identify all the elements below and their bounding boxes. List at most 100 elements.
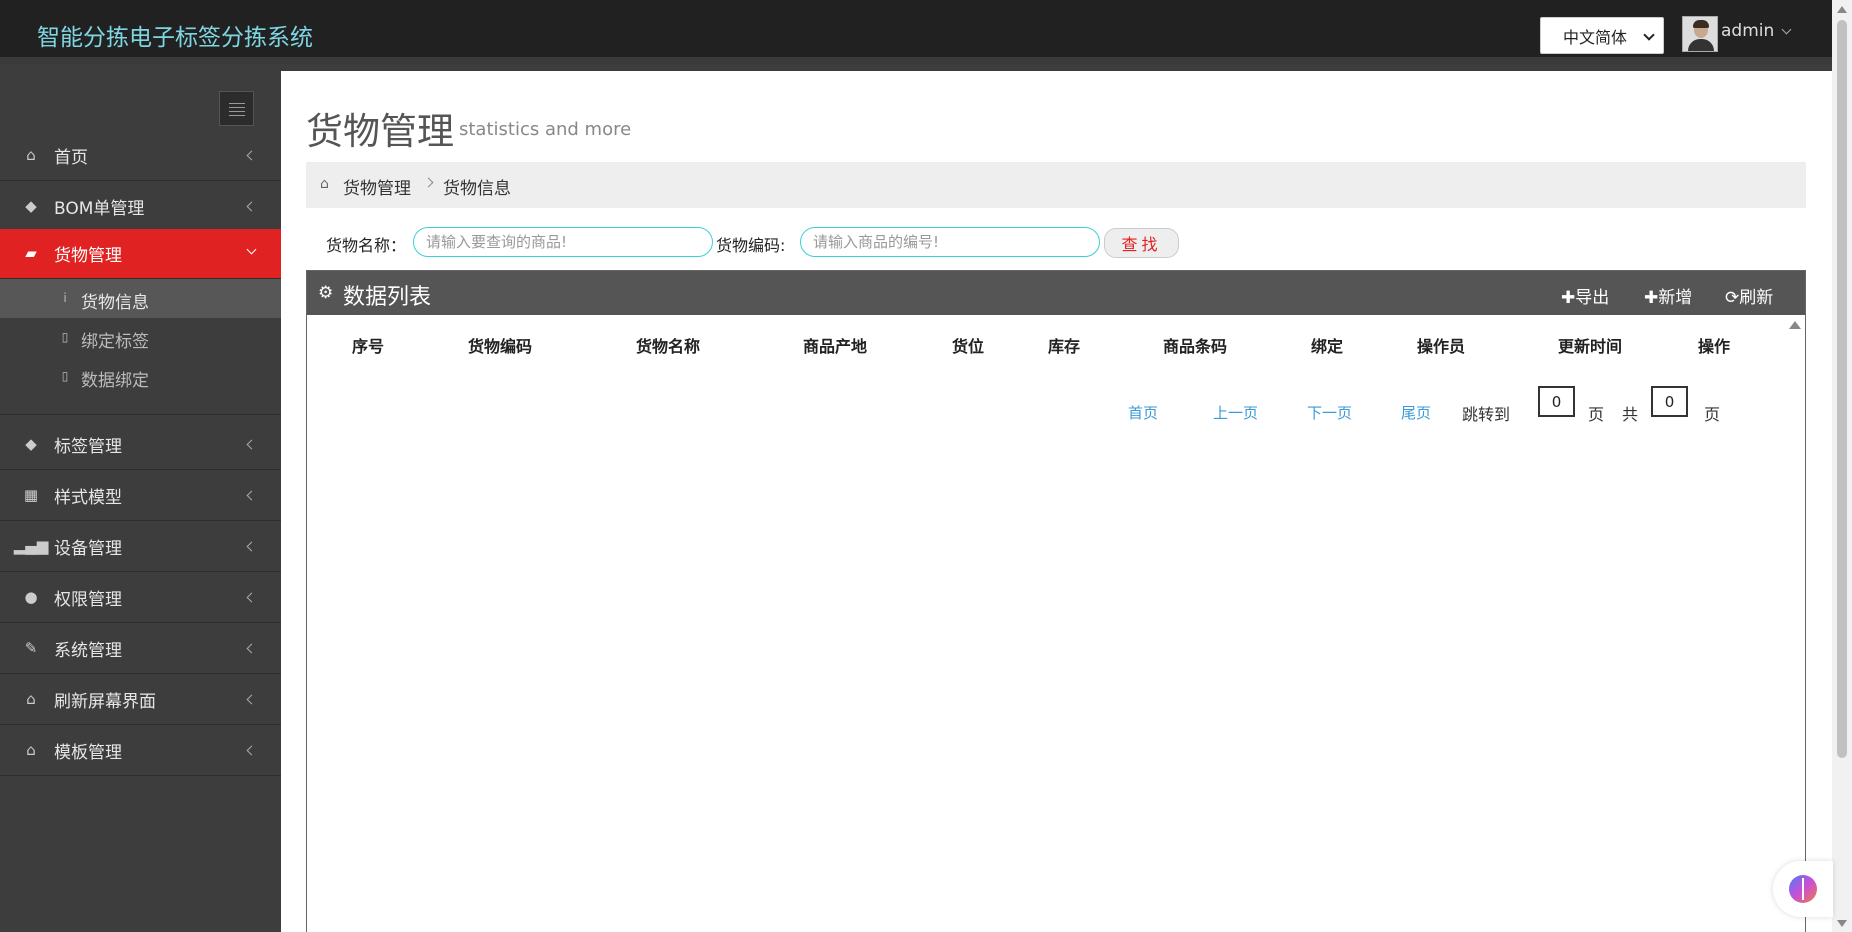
language-select[interactable]: 中文简体 xyxy=(1540,17,1664,54)
refresh-label: 刷新 xyxy=(1739,288,1774,308)
app-brand-title[interactable]: 智能分拣电子标签分拣系统 xyxy=(37,18,313,52)
sidebar-item-system[interactable]: ✎ 系统管理 xyxy=(0,624,281,674)
pager-page-unit: 页 xyxy=(1588,405,1605,424)
chevron-down-icon xyxy=(1643,29,1655,41)
sidebar-item-devices[interactable]: ▂▄▆ 设备管理 xyxy=(0,522,281,572)
sidebar-item-home[interactable]: ⌂ 首页 xyxy=(0,131,281,181)
chevron-left-icon xyxy=(246,694,257,705)
top-header: 智能分拣电子标签分拣系统 中文简体 admin xyxy=(0,0,1832,64)
sidebar-item-label: 设备管理 xyxy=(54,539,122,559)
avatar[interactable] xyxy=(1682,16,1718,52)
column-header[interactable]: 库存 xyxy=(1048,333,1080,357)
breadcrumb-item-goods-info[interactable]: 货物信息 xyxy=(443,174,511,199)
chevron-down-icon xyxy=(246,244,257,255)
folder-icon: ▰ xyxy=(25,244,37,262)
sidebar-item-label: 刷新屏幕界面 xyxy=(54,692,156,712)
sidebar-subitem-label: 货物信息 xyxy=(81,293,149,313)
export-label: 导出 xyxy=(1575,288,1610,308)
pager-first[interactable]: 首页 xyxy=(1128,402,1158,423)
sidebar-item-label: BOM单管理 xyxy=(54,199,145,219)
sidebar-item-bom[interactable]: ◆ BOM单管理 xyxy=(0,182,281,232)
data-list-panel: ⚙ 数据列表 ✚导出 ✚新增 ⟳刷新 序号 货物编码 货物名称 商品产地 货位 … xyxy=(306,270,1806,932)
chevron-left-icon xyxy=(246,439,257,450)
sidebar-item-tags[interactable]: ◆ 标签管理 xyxy=(0,420,281,470)
sidebar-subitem-label: 数据绑定 xyxy=(81,371,149,391)
page-scrollbar[interactable] xyxy=(1832,0,1852,932)
pager-prev[interactable]: 上一页 xyxy=(1213,402,1258,423)
scrollbar-thumb[interactable] xyxy=(1837,20,1847,758)
main-content: 货物管理 statistics and more ⌂ 货物管理 货物信息 货物名… xyxy=(281,71,1832,932)
grid-icon: ▦ xyxy=(23,486,39,504)
goods-name-label: 货物名称： xyxy=(326,236,407,255)
user-name[interactable]: admin xyxy=(1721,21,1774,41)
sidebar-item-label: 样式模型 xyxy=(54,488,122,508)
sidebar-item-label: 系统管理 xyxy=(54,641,122,661)
table-scroll-up-icon[interactable] xyxy=(1789,321,1801,329)
breadcrumb-item-goods[interactable]: 货物管理 xyxy=(343,174,411,199)
edit-icon: ✎ xyxy=(24,639,38,657)
breadcrumb: ⌂ 货物管理 货物信息 xyxy=(306,162,1806,208)
sidebar-item-label: 货物管理 xyxy=(54,246,122,266)
goods-code-input[interactable] xyxy=(800,227,1100,257)
column-header[interactable]: 序号 xyxy=(352,333,384,357)
sidebar-item-refresh-screen[interactable]: ⌂ 刷新屏幕界面 xyxy=(0,675,281,725)
home-icon: ⌂ xyxy=(26,146,36,164)
chevron-right-icon xyxy=(423,177,434,188)
refresh-button[interactable]: ⟳刷新 xyxy=(1725,283,1773,308)
pager-jump-input[interactable]: 0 xyxy=(1538,386,1575,417)
add-button[interactable]: ✚新增 xyxy=(1644,283,1692,308)
column-header[interactable]: 操作 xyxy=(1698,333,1730,357)
sidebar-submenu: i 货物信息 ▯ 绑定标签 ▯ 数据绑定 xyxy=(0,279,281,415)
column-header[interactable]: 商品产地 xyxy=(803,333,867,357)
column-header[interactable]: 货物编码 xyxy=(468,333,532,357)
column-header[interactable]: 操作员 xyxy=(1417,333,1465,357)
chevron-left-icon xyxy=(246,541,257,552)
home-icon: ⌂ xyxy=(320,176,329,192)
chevron-left-icon xyxy=(246,643,257,654)
pager-jump-label: 跳转到 xyxy=(1462,405,1511,424)
chevron-left-icon xyxy=(246,201,257,212)
add-label: 新增 xyxy=(1658,288,1693,308)
tags-icon: ◆ xyxy=(25,435,37,453)
panel-title: 数据列表 xyxy=(343,285,432,310)
scroll-up-icon[interactable] xyxy=(1837,6,1847,13)
mobile-icon: ▯ xyxy=(61,369,69,383)
chevron-left-icon xyxy=(246,745,257,756)
sidebar-subitem-goods-info[interactable]: i 货物信息 xyxy=(0,279,281,318)
page-title: 货物管理 xyxy=(306,110,454,153)
chevron-left-icon xyxy=(246,490,257,501)
sidebar-item-permissions[interactable]: ● 权限管理 xyxy=(0,573,281,623)
column-header[interactable]: 更新时间 xyxy=(1558,333,1622,357)
assistant-floating-button[interactable] xyxy=(1773,861,1833,917)
sidebar: ⌂ 首页 ◆ BOM单管理 ▰ 货物管理 i 货物信息 ▯ 绑定标签 ▯ 数据绑… xyxy=(0,71,281,932)
sidebar-subitem-data-bind[interactable]: ▯ 数据绑定 xyxy=(0,357,281,396)
column-header[interactable]: 货物名称 xyxy=(636,333,700,357)
export-button[interactable]: ✚导出 xyxy=(1561,283,1609,308)
pager-total-value: 0 xyxy=(1651,386,1688,417)
sidebar-subitem-bind-tag[interactable]: ▯ 绑定标签 xyxy=(0,318,281,357)
column-header[interactable]: 商品条码 xyxy=(1163,333,1227,357)
column-header[interactable]: 货位 xyxy=(952,333,984,357)
sidebar-item-label: 标签管理 xyxy=(54,437,122,457)
sidebar-item-label: 权限管理 xyxy=(54,590,122,610)
search-button[interactable]: 查找 xyxy=(1104,228,1179,258)
pager-last[interactable]: 尾页 xyxy=(1401,402,1431,423)
sidebar-toggle-button[interactable] xyxy=(219,91,254,126)
sidebar-item-style-model[interactable]: ▦ 样式模型 xyxy=(0,471,281,521)
sidebar-item-goods[interactable]: ▰ 货物管理 xyxy=(0,229,281,279)
language-select-value: 中文简体 xyxy=(1563,27,1628,47)
pager-next[interactable]: 下一页 xyxy=(1307,402,1352,423)
home-icon: ⌂ xyxy=(26,741,36,759)
sidebar-item-templates[interactable]: ⌂ 模板管理 xyxy=(0,726,281,776)
goods-name-input[interactable] xyxy=(413,227,713,257)
column-header[interactable]: 绑定 xyxy=(1311,333,1343,357)
chevron-left-icon xyxy=(246,592,257,603)
sidebar-item-label: 首页 xyxy=(54,148,88,168)
tags-icon: ◆ xyxy=(25,197,37,215)
user-menu-chevron-icon[interactable] xyxy=(1781,24,1792,35)
user-icon: ● xyxy=(24,588,38,606)
scroll-down-icon[interactable] xyxy=(1837,920,1847,927)
info-icon: i xyxy=(63,291,67,305)
sidebar-subitem-label: 绑定标签 xyxy=(81,332,149,352)
signal-icon: ▂▄▆ xyxy=(13,537,49,555)
